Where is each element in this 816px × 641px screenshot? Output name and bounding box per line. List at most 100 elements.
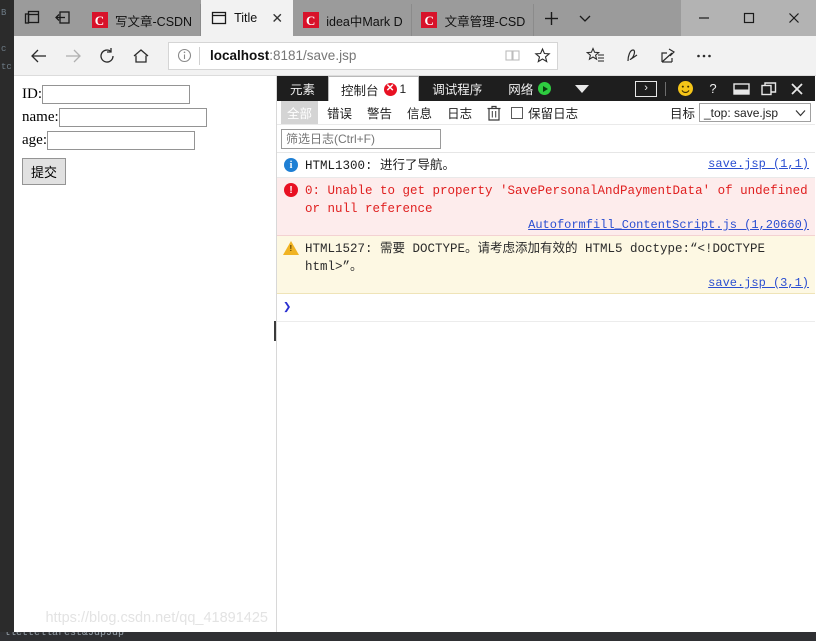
info-icon[interactable]: [169, 48, 199, 63]
console-message-row[interactable]: HTML1527: 需要 DOCTYPE。请考虑添加有效的 HTML5 doct…: [277, 236, 815, 294]
filter-label: 警告: [367, 107, 393, 121]
forward-button[interactable]: [56, 39, 90, 73]
console-message-list: i HTML1300: 进行了导航。 save.jsp (1,1) ! 0: U…: [277, 152, 815, 632]
console-filter-input[interactable]: [281, 128, 441, 149]
star-icon[interactable]: [527, 47, 557, 64]
more-options-icon[interactable]: [686, 39, 722, 73]
browser-tab-label: 写文章-CSDN: [115, 14, 193, 29]
info-icon: i: [283, 157, 299, 173]
id-label: ID:: [22, 86, 42, 102]
content-area: ID: name: age: 提交 https://blog.csdn.net/…: [14, 76, 816, 632]
name-input[interactable]: [58, 108, 207, 127]
filter-all-button[interactable]: 全部: [281, 101, 319, 124]
console-filter-bar: 全部 错误 警告 信息 日志 保留日志 目标 _top: save.jsp: [277, 101, 815, 125]
filter-errors-button[interactable]: 错误: [321, 101, 358, 124]
error-icon: ✕: [383, 82, 397, 96]
age-input[interactable]: [46, 131, 195, 150]
address-bar[interactable]: localhost:8181/save.jsp: [168, 41, 558, 70]
devtools-more-tabs-button[interactable]: [564, 76, 600, 101]
console-message-text: 0: Unable to get property 'SavePersonalA…: [305, 184, 808, 216]
filter-label: 全部: [287, 107, 313, 121]
filter-label: 错误: [327, 107, 353, 121]
browser-tab-title[interactable]: Title ✕: [201, 0, 294, 36]
browser-tab-xiewenzhang-csdn[interactable]: C 写文章-CSDN: [82, 4, 202, 36]
navigation-bar: localhost:8181/save.jsp: [14, 36, 816, 76]
trash-icon[interactable]: [487, 105, 501, 121]
age-label: age:: [22, 132, 47, 148]
home-button[interactable]: [124, 39, 158, 73]
minimize-button[interactable]: [681, 0, 726, 36]
devtools-tab-bar: 元素 控制台 ✕ 1 调试程序 网络 › ?: [277, 76, 815, 101]
console-toggle-icon[interactable]: ›: [632, 76, 660, 101]
browser-tab-idea-markd[interactable]: C idea中Mark D: [293, 4, 412, 36]
console-prompt-row[interactable]: ❯: [277, 294, 815, 322]
address-bar-host: localhost: [210, 48, 270, 63]
filter-warnings-button[interactable]: 警告: [361, 101, 398, 124]
favorites-hub-icon[interactable]: [578, 39, 614, 73]
background-ghost-text: c: [1, 44, 7, 54]
address-bar-path: :8181/save.jsp: [269, 48, 357, 63]
console-message-source[interactable]: save.jsp (3,1): [305, 276, 809, 290]
console-message-body: 0: Unable to get property 'SavePersonalA…: [305, 181, 809, 232]
reading-view-icon[interactable]: [497, 47, 527, 64]
feedback-smiley-icon[interactable]: [671, 76, 699, 101]
close-window-button[interactable]: [771, 0, 816, 36]
form-row-id: ID:: [22, 85, 276, 104]
csdn-icon: C: [302, 12, 319, 29]
share-icon[interactable]: [650, 39, 686, 73]
undock-window-icon[interactable]: [755, 76, 783, 101]
filter-info-button[interactable]: 信息: [401, 101, 438, 124]
refresh-button[interactable]: [90, 39, 124, 73]
id-input[interactable]: [42, 85, 190, 104]
page-icon: [210, 10, 227, 27]
console-message-row[interactable]: ! 0: Unable to get property 'SavePersona…: [277, 178, 815, 236]
devtools-panel: 元素 控制台 ✕ 1 调试程序 网络 › ? 全部 错误 警告 信息 日志 保留…: [277, 76, 815, 632]
close-tab-icon[interactable]: ✕: [269, 10, 285, 26]
error-icon: !: [283, 182, 299, 198]
dock-bottom-icon[interactable]: [727, 76, 755, 101]
web-notes-icon[interactable]: [614, 39, 650, 73]
devtools-tab-network[interactable]: 网络: [495, 76, 564, 101]
csdn-icon: C: [91, 12, 108, 29]
close-devtools-icon[interactable]: [783, 76, 811, 101]
console-search-bar: [277, 125, 815, 152]
screen: B c tc C 写文章-CSDN Title ✕ C idea中Mark D …: [0, 0, 816, 641]
submit-button[interactable]: 提交: [22, 158, 67, 185]
target-dropdown[interactable]: _top: save.jsp: [699, 103, 811, 122]
set-aside-tabs-button[interactable]: [48, 3, 78, 33]
console-message-source[interactable]: save.jsp (1,1): [708, 157, 809, 171]
devtools-tab-label: 元素: [290, 83, 316, 97]
devtools-tab-console[interactable]: 控制台 ✕ 1: [328, 76, 420, 101]
network-record-icon[interactable]: [538, 82, 552, 95]
maximize-button[interactable]: [726, 0, 771, 36]
background-ghost-text: B: [1, 8, 7, 18]
target-dropdown-value: _top: save.jsp: [704, 105, 779, 120]
background-ghost-text: llettellarest&JdpJdp: [4, 632, 125, 639]
error-count-value: 1: [399, 82, 407, 96]
web-page-pane: ID: name: age: 提交 https://blog.csdn.net/…: [14, 76, 277, 632]
back-button[interactable]: [22, 39, 56, 73]
devtools-toolbar-right: › ?: [632, 76, 815, 101]
filter-logs-button[interactable]: 日志: [441, 101, 478, 124]
chevron-down-icon[interactable]: [568, 0, 602, 36]
help-icon[interactable]: ?: [699, 76, 727, 101]
console-message-body: HTML1300: 进行了导航。: [305, 156, 700, 174]
filter-label: 日志: [447, 107, 473, 121]
browser-tab-label: Title: [234, 11, 258, 25]
browser-tab-wenzhangguanli-csdn[interactable]: C 文章管理-CSD: [411, 4, 535, 36]
address-bar-url[interactable]: localhost:8181/save.jsp: [200, 48, 497, 63]
csdn-icon: C: [421, 12, 438, 29]
background-ghost-text: tc: [1, 62, 12, 72]
console-message-row[interactable]: i HTML1300: 进行了导航。 save.jsp (1,1): [277, 153, 815, 178]
browser-tab-label: 文章管理-CSD: [444, 14, 526, 29]
devtools-tab-debugger[interactable]: 调试程序: [419, 76, 495, 101]
console-message-text: HTML1300: 进行了导航。: [305, 159, 456, 173]
keep-log-checkbox[interactable]: 保留日志: [511, 103, 578, 122]
tab-strip: C 写文章-CSDN Title ✕ C idea中Mark D C 文章管理-…: [14, 0, 816, 36]
new-tab-button[interactable]: [534, 0, 568, 36]
person-form: ID: name: age: 提交: [14, 76, 276, 185]
tab-preview-button[interactable]: [18, 3, 48, 33]
devtools-tab-elements[interactable]: 元素: [277, 76, 328, 101]
console-message-source[interactable]: Autoformfill_ContentScript.js (1,20660): [305, 218, 809, 232]
browser-tab-label: idea中Mark D: [326, 14, 403, 29]
